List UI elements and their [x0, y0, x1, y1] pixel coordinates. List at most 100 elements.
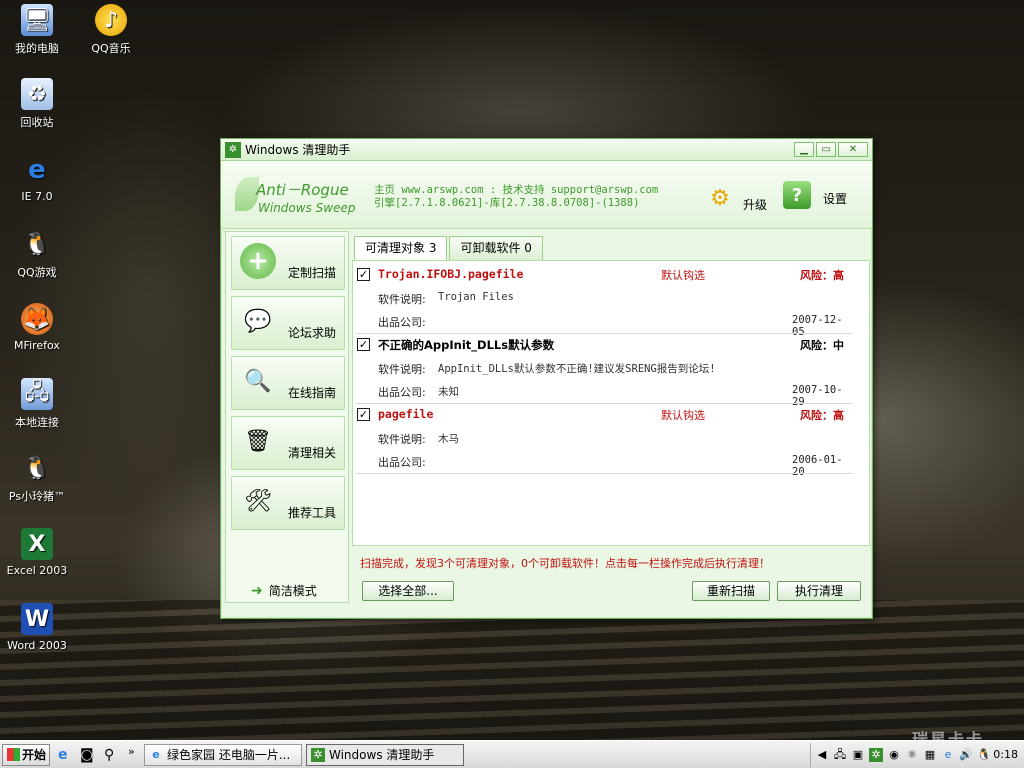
settings-button[interactable]: ? 设置	[783, 181, 847, 209]
desktop-icon-ie[interactable]: e IE 7.0	[0, 154, 74, 203]
quicklaunch-more-icon[interactable]: »	[128, 745, 135, 758]
tab-cleanable-objects[interactable]: 可清理对象 3	[354, 236, 448, 260]
divider	[355, 333, 853, 334]
recycle-bin-icon: ♻	[21, 78, 53, 110]
sidebar-item-label: 清理相关	[287, 446, 336, 460]
desc-label: 软件说明:	[378, 363, 426, 376]
plus-icon: +	[240, 243, 276, 279]
close-button[interactable]: ✕	[838, 142, 868, 157]
select-all-button[interactable]: 选择全部...	[362, 581, 454, 601]
penguin-icon: 🐧	[23, 455, 51, 481]
app-window: ✲ Windows 清理助手 ▁ ▭ ✕ Anti－Rogue Windows …	[220, 138, 873, 619]
tray-expand-icon[interactable]: ◀	[815, 748, 829, 762]
start-button[interactable]: 开始	[2, 744, 50, 766]
rescan-button[interactable]: 重新扫描	[692, 581, 770, 601]
minimize-button[interactable]: ▁	[794, 142, 814, 157]
list-item-company: 出品公司: 2006-01-20	[353, 451, 853, 478]
tray-app-icon[interactable]: ⚛	[905, 748, 919, 762]
title-bar[interactable]: ✲ Windows 清理助手 ▁ ▭ ✕	[221, 139, 872, 161]
taskbar: 开始 e ◙ ⚲ » e 绿色家园 还电脑一片... ✲ Windows 清理助…	[0, 740, 1024, 768]
main-panel: 可清理对象 3 可卸载软件 0 ✓ Trojan.IFOBJ.pagefile …	[352, 231, 870, 603]
desktop-icon-label: QQ游戏	[17, 266, 57, 279]
settings-label: 设置	[823, 192, 848, 206]
item-checkbox[interactable]: ✓	[357, 408, 370, 421]
list-item-company: 出品公司: 2007-12-05	[353, 311, 853, 338]
list-item-header[interactable]: ✓ 不正确的AppInit_DLLs默认参数 风险：中	[353, 335, 853, 355]
desktop-icon-my-computer[interactable]: 🖥 我的电脑	[0, 4, 74, 56]
quicklaunch-ie-icon[interactable]: e	[58, 747, 68, 763]
system-tray: ◀ 🖧 ▣ ✲ ◉ ⚛ ▦ e 🔊 🐧 0:18	[810, 743, 1024, 767]
desc-label: 软件说明:	[378, 433, 426, 446]
desktop-icon-recycle-bin[interactable]: ♻ 回收站	[0, 78, 74, 130]
desktop-icon-label: Word 2003	[7, 639, 67, 652]
tab-uninstallable-software[interactable]: 可卸载软件 0	[449, 236, 543, 260]
desktop-icon-excel[interactable]: X Excel 2003	[0, 528, 74, 577]
item-name: 不正确的AppInit_DLLs默认参数	[378, 338, 555, 352]
desktop-icon-network[interactable]: 🖧 本地连接	[0, 378, 74, 430]
list-item-desc: 软件说明: 木马	[353, 428, 853, 448]
tray-monitor-icon[interactable]: ▦	[923, 748, 937, 762]
tray-volume-icon[interactable]: 🔊	[959, 748, 973, 762]
sidebar-item-forum-help[interactable]: 💬 论坛求助	[231, 296, 345, 350]
tab-bar: 可清理对象 3 可卸载软件 0	[354, 236, 545, 260]
list-item-company: 出品公司: 未知 2007-10-29	[353, 381, 853, 408]
tray-security-icon[interactable]: ▣	[851, 748, 865, 762]
company-value: 未知	[438, 386, 459, 398]
item-risk: 风险：高	[800, 409, 844, 422]
help-question-icon: ?	[783, 181, 811, 209]
tray-ie-icon[interactable]: e	[941, 748, 955, 762]
divider	[355, 403, 853, 404]
windows-flag-icon	[7, 748, 20, 761]
brand-line2: Windows Sweep	[258, 201, 356, 215]
list-item-header[interactable]: ✓ Trojan.IFOBJ.pagefile 默认钩选 风险：高	[353, 265, 853, 285]
network-icon: 🖧	[21, 378, 53, 410]
simple-mode-link[interactable]: ➜ 简洁模式	[251, 582, 317, 599]
simple-mode-label: 简洁模式	[268, 584, 317, 598]
ie-icon: e	[152, 748, 160, 761]
item-default-checked: 默认钩选	[661, 269, 705, 282]
app-logo-icon: ✲	[311, 748, 325, 762]
quicklaunch-network-icon[interactable]: ⚲	[104, 747, 114, 763]
sidebar-item-label: 定制扫描	[287, 266, 336, 280]
sidebar-item-custom-scan[interactable]: + 定制扫描	[231, 236, 345, 290]
sidebar-item-cleanup[interactable]: 🗑 清理相关	[231, 416, 345, 470]
list-item-desc: 软件说明: AppInit_DLLs默认参数不正确!建议发SRENG报告到论坛!	[353, 358, 863, 378]
desktop-icon-firefox[interactable]: 🦊 MFirefox	[0, 303, 74, 352]
arrow-right-icon: ➜	[251, 582, 263, 599]
maximize-button[interactable]: ▭	[816, 142, 836, 157]
sidebar-item-tools[interactable]: 🛠 推荐工具	[231, 476, 345, 530]
desktop-icon-qq[interactable]: 🐧 Ps小玲猪™	[0, 452, 74, 504]
execute-clean-button[interactable]: 执行清理	[777, 581, 861, 601]
desktop-icon-label: 本地连接	[15, 416, 59, 429]
desktop-icon-label: QQ音乐	[91, 42, 131, 55]
item-checkbox[interactable]: ✓	[357, 338, 370, 351]
desktop-icon-label: Ps小玲猪™	[8, 490, 66, 503]
desktop-icon-qq-game[interactable]: 🐧 QQ游戏	[0, 228, 74, 280]
desktop-icon-word[interactable]: W Word 2003	[0, 603, 74, 652]
desktop-icon-label: 回收站	[20, 116, 54, 129]
taskbar-item-cleaner[interactable]: ✲ Windows 清理助手	[306, 744, 464, 766]
brand-line1: Anti－Rogue	[256, 181, 349, 199]
company-label: 出品公司:	[378, 386, 426, 399]
sidebar-item-label: 推荐工具	[287, 506, 336, 520]
desktop-icon-qq-music[interactable]: ♪ QQ音乐	[74, 4, 148, 56]
sidebar-item-label: 论坛求助	[287, 326, 336, 340]
taskbar-item-browser[interactable]: e 绿色家园 还电脑一片...	[144, 744, 302, 766]
upgrade-button[interactable]: ⚙ 升级	[703, 181, 767, 215]
desc-value: 木马	[438, 433, 459, 445]
tray-antivirus-icon[interactable]: ◉	[887, 748, 901, 762]
quicklaunch-app-icon[interactable]: ◙	[80, 747, 94, 763]
desktop-icon-label: MFirefox	[14, 339, 60, 352]
tray-cleaner-icon[interactable]: ✲	[869, 748, 883, 762]
tray-network-icon[interactable]: 🖧	[833, 748, 847, 762]
sidebar: + 定制扫描 💬 论坛求助 🔍 在线指南 🗑 清理相关 🛠 推荐工具 ➜ 简洁模…	[225, 231, 349, 603]
list-item-header[interactable]: ✓ pagefile 默认钩选 风险：高	[353, 405, 853, 425]
penguin-icon: 🐧	[23, 231, 51, 257]
item-checkbox[interactable]: ✓	[357, 268, 370, 281]
sidebar-item-online-guide[interactable]: 🔍 在线指南	[231, 356, 345, 410]
item-date: 2006-01-20	[792, 454, 843, 478]
tray-qq-icon[interactable]: 🐧	[977, 748, 991, 762]
window-title: Windows 清理助手	[245, 143, 351, 157]
app-logo-icon: ✲	[225, 141, 241, 158]
desktop-icon-label: Excel 2003	[6, 564, 68, 577]
